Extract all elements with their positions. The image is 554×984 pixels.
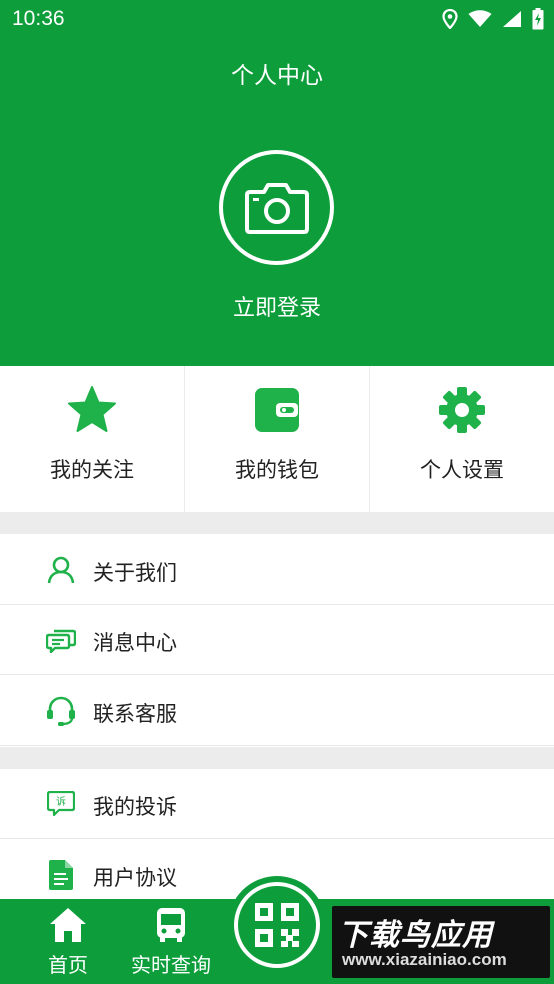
message-icon: [46, 625, 76, 655]
nav-tab-home[interactable]: 首页: [40, 899, 96, 984]
status-time: 10:36: [12, 7, 65, 30]
menu-item-complaints[interactable]: 诉 我的投诉: [0, 769, 554, 839]
menu-item-label: 我的投诉: [93, 795, 177, 819]
avatar-camera-button[interactable]: [219, 150, 334, 265]
quick-actions: 我的关注 我的钱包 个人设置: [0, 366, 554, 512]
user-icon: [46, 555, 76, 585]
gear-icon: [436, 384, 488, 436]
section-divider: [0, 747, 554, 769]
camera-icon: [244, 182, 309, 234]
profile-header: 10:36 个人中心 立即登录: [0, 0, 554, 366]
page-title: 个人中心: [231, 63, 323, 89]
menu-item-label: 关于我们: [93, 561, 177, 585]
quick-item-wallet[interactable]: 我的钱包: [184, 366, 369, 512]
watermark-logo: 下载鸟应用 www.xiazainiao.com: [332, 906, 550, 978]
bus-icon: [151, 907, 191, 943]
complaint-icon: 诉: [46, 789, 76, 819]
location-icon: [442, 9, 458, 29]
nav-tab-label: 首页: [48, 953, 88, 977]
scan-qrcode-button[interactable]: [228, 876, 326, 974]
status-bar: 10:36: [0, 0, 554, 38]
menu-item-label: 联系客服: [93, 702, 177, 726]
headset-icon: [46, 696, 76, 726]
watermark-url: www.xiazainiao.com: [342, 950, 507, 969]
signal-icon: [503, 11, 521, 27]
login-link[interactable]: 立即登录: [0, 290, 554, 322]
quick-item-label: 我的关注: [50, 458, 134, 482]
section-divider: [0, 512, 554, 534]
menu-item-about-us[interactable]: 关于我们: [0, 535, 554, 605]
qrcode-icon: [255, 903, 299, 947]
menu-item-customer-service[interactable]: 联系客服: [0, 676, 554, 746]
nav-tab-label: 实时查询: [131, 953, 211, 977]
menu-item-messages[interactable]: 消息中心: [0, 605, 554, 675]
menu-item-label: 消息中心: [93, 631, 177, 655]
battery-icon: [532, 8, 544, 30]
menu-item-label: 用户协议: [93, 866, 177, 890]
watermark-text: 下载鸟应用: [338, 918, 493, 953]
scan-button-ring: [234, 882, 320, 968]
star-icon: [66, 384, 118, 436]
wifi-icon: [468, 10, 492, 27]
home-icon: [48, 907, 88, 943]
quick-item-settings[interactable]: 个人设置: [369, 366, 554, 512]
wallet-icon: [251, 384, 303, 436]
document-icon: [46, 860, 76, 890]
svg-text:诉: 诉: [56, 795, 66, 808]
nav-tab-realtime[interactable]: 实时查询: [126, 899, 216, 984]
quick-item-favorites[interactable]: 我的关注: [0, 366, 184, 512]
status-icons: [442, 8, 544, 30]
quick-item-label: 个人设置: [420, 458, 504, 482]
quick-item-label: 我的钱包: [235, 458, 319, 482]
